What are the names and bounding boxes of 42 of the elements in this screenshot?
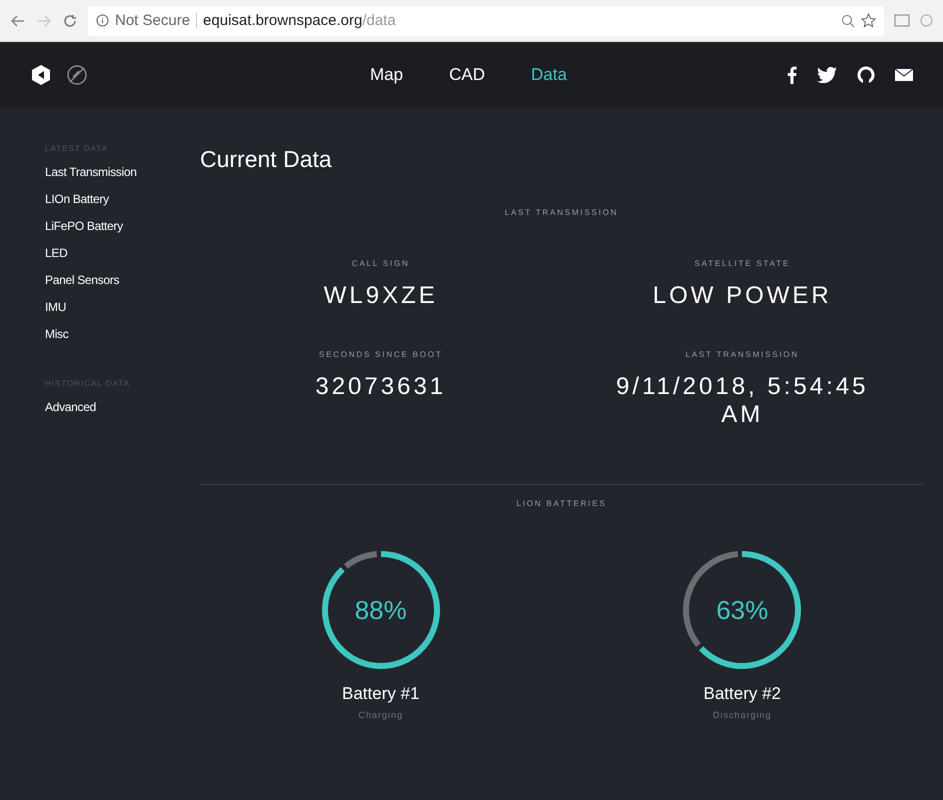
facebook-icon[interactable] [787, 66, 797, 84]
back-icon[interactable] [10, 14, 26, 26]
nav-link[interactable]: CAD [449, 65, 485, 85]
section-heading: LION BATTERIES [516, 499, 606, 508]
bird-icon[interactable] [817, 67, 837, 83]
reload-icon[interactable] [62, 14, 78, 28]
sidebar-item[interactable]: LED [45, 246, 68, 260]
section-heading: LAST TRANSMISSION [504, 208, 618, 217]
sidebar-item[interactable]: LiFePO Battery [45, 219, 123, 233]
logo-icon[interactable] [30, 64, 52, 86]
sidebar-item[interactable]: Last Transmission [45, 165, 137, 179]
info-icon [96, 14, 109, 27]
field-label: SECONDS SINCE BOOT [318, 350, 443, 359]
security-label: Not Secure [115, 12, 190, 29]
battery-status: Charging [358, 710, 404, 720]
nav-link[interactable]: Map [370, 65, 404, 85]
battery-status: Discharging [712, 710, 772, 720]
zoom-icon[interactable] [841, 14, 855, 28]
field-label: CALL SIGN [352, 259, 410, 268]
battery-name: Battery #2 [704, 684, 781, 704]
field-label: SATELLITE STATE [694, 259, 790, 268]
star-icon[interactable] [861, 13, 876, 28]
field-label: LAST TRANSMISSION [686, 350, 799, 359]
page-title: Current Data [200, 146, 333, 173]
sidebar-item[interactable]: Panel Sensors [45, 273, 120, 287]
sidebar-item[interactable]: Advanced [45, 400, 96, 414]
sidebar-item[interactable]: IMU [45, 300, 66, 314]
field-value: 9/11/2018, 5:54:45 AM [615, 373, 870, 429]
gauge-empty-arc [344, 551, 377, 569]
battery-percent: 63% [716, 594, 768, 626]
url-text: equisat.brownspace.org/data [203, 12, 396, 29]
sidebar-item[interactable]: LIOn Battery [45, 192, 109, 206]
mail-icon[interactable] [895, 69, 913, 81]
battery-name: Battery #1 [342, 684, 420, 704]
nav-link[interactable]: Data [530, 65, 567, 85]
cast-icon[interactable] [894, 14, 910, 27]
field-value: LOW POWER [652, 282, 833, 310]
field-value: WL9XZE [322, 282, 439, 310]
battery-percent: 88% [354, 594, 407, 626]
field-value: 32073631 [314, 373, 448, 401]
sidebar-item[interactable]: Misc [45, 327, 68, 341]
address-bar[interactable]: Not Secure equisat.brownspace.org/data [88, 6, 884, 36]
